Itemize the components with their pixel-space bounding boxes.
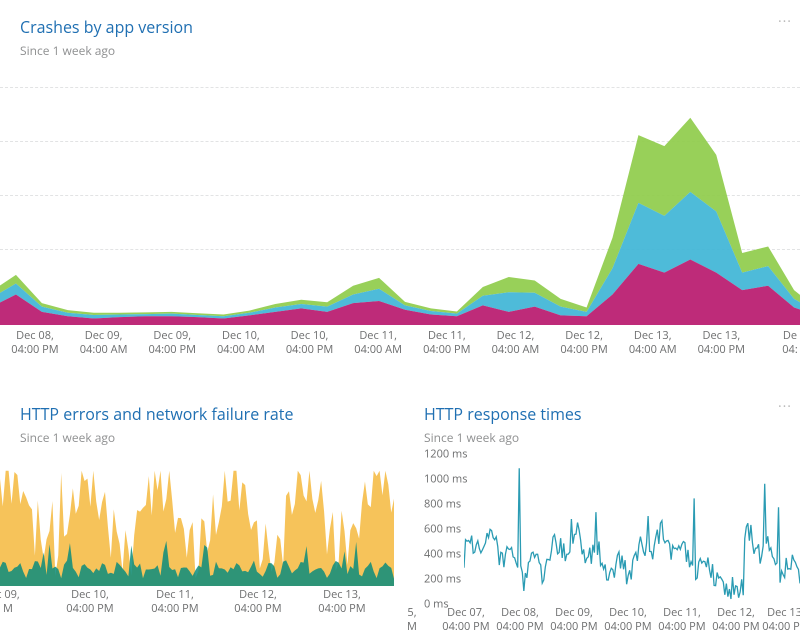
panel-crashes-subtitle: Since 1 week ago — [20, 42, 780, 59]
x-tick: Dec 09,04:00 PM — [139, 329, 205, 357]
x-tick: Dec 08,04:00 PM — [2, 329, 68, 357]
resp-chart[interactable]: 1200 ms1000 ms800 ms600 ms400 ms200 ms0 … — [404, 454, 800, 639]
x-tick: Dec 10,04:00 PM — [277, 329, 343, 357]
resp-x-axis: 5,MDec 07,04:00 PMDec 08,04:00 PMDec 09,… — [404, 606, 800, 642]
x-tick: Dec 10,04:00 PM — [57, 588, 123, 616]
x-tick: Dec 12,04:00 PM — [551, 329, 617, 357]
x-tick: c 09,M — [0, 588, 41, 616]
x-tick: Dec 13,04:00 PM — [309, 588, 375, 616]
x-tick: Dec 09,04:00 AM — [71, 329, 137, 357]
x-tick: Dec 10,04:00 AM — [208, 329, 274, 357]
panel-crashes-header: Crashes by app version Since 1 week ago … — [0, 0, 800, 65]
panel-resp-header: HTTP response times Since 1 week ago ... — [404, 385, 800, 452]
y-tick: 1000 ms — [424, 472, 467, 487]
y-tick: 400 ms — [424, 547, 461, 562]
errors-chart[interactable]: c 09,MDec 10,04:00 PMDec 11,04:00 PMDec … — [0, 466, 394, 611]
crashes-chart[interactable]: Dec 08,04:00 PMDec 09,04:00 AMDec 09,04:… — [0, 65, 800, 365]
more-icon[interactable]: ... — [774, 391, 796, 414]
x-tick: Dec 13,04:00 PM — [688, 329, 754, 357]
crashes-x-axis: Dec 08,04:00 PMDec 09,04:00 AMDec 09,04:… — [0, 329, 800, 369]
y-tick: 1200 ms — [424, 447, 467, 462]
errors-area — [0, 466, 394, 586]
x-tick: Dec 11,04:00 AM — [345, 329, 411, 357]
panel-errors-header: HTTP errors and network failure rate Sin… — [0, 385, 394, 452]
x-tick: Dec 11,04:00 PM — [142, 588, 208, 616]
resp-line — [464, 454, 800, 604]
x-tick: De04: — [757, 329, 800, 357]
panel-resp: HTTP response times Since 1 week ago ...… — [404, 385, 800, 639]
x-tick: Dec 12,04:00 AM — [482, 329, 548, 357]
x-tick: Dec 11,04:00 PM — [414, 329, 480, 357]
y-tick: 800 ms — [424, 497, 461, 512]
crashes-area — [0, 85, 800, 325]
panel-crashes: Crashes by app version Since 1 week ago … — [0, 0, 800, 360]
y-tick: 600 ms — [424, 522, 461, 537]
x-tick: Dec 13,04:00 PM — [753, 606, 800, 634]
x-tick: Dec 12,04:00 PM — [225, 588, 291, 616]
panel-errors: HTTP errors and network failure rate Sin… — [0, 385, 394, 639]
panel-resp-subtitle: Since 1 week ago — [424, 429, 780, 446]
more-icon[interactable]: ... — [774, 6, 796, 29]
y-tick: 200 ms — [424, 572, 461, 587]
panel-errors-subtitle: Since 1 week ago — [20, 429, 374, 446]
panel-crashes-title[interactable]: Crashes by app version — [20, 16, 780, 38]
x-tick: Dec 13,04:00 AM — [620, 329, 686, 357]
errors-x-axis: c 09,M Dec 10,04:00 PM Dec 11,04:00 PM Dec … — [0, 588, 394, 624]
panel-resp-title[interactable]: HTTP response times — [424, 403, 780, 425]
panel-errors-title[interactable]: HTTP errors and network failure rate — [20, 403, 374, 425]
